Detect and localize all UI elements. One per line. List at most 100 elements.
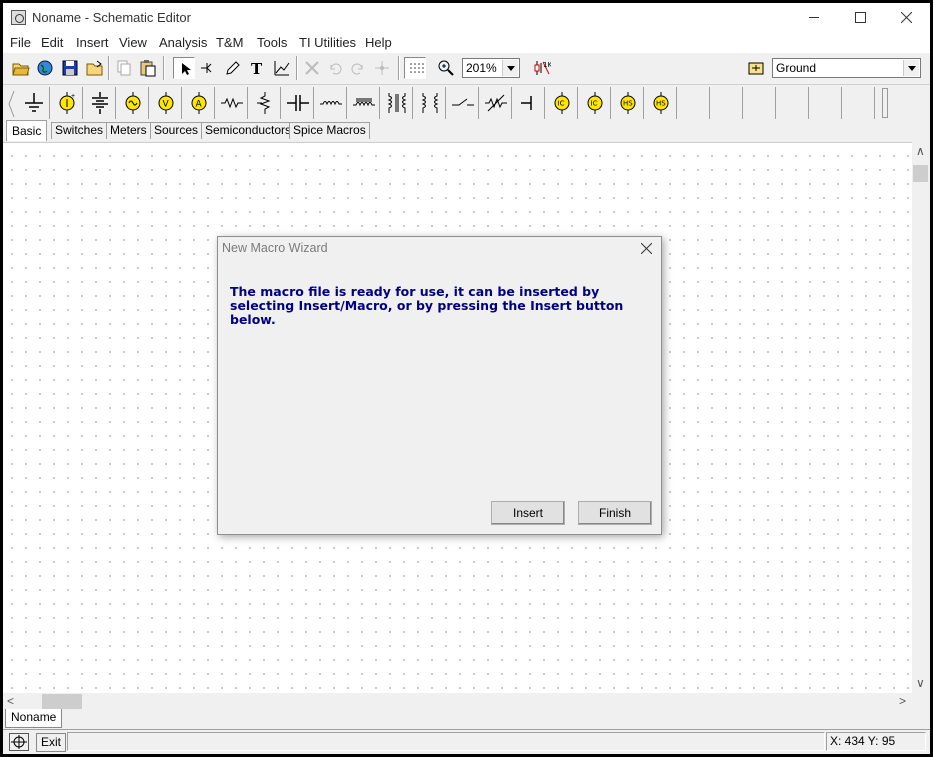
delete-button[interactable] [301,57,323,79]
variable-resistor-icon [485,94,507,112]
part-voltmeter[interactable]: V [150,87,182,119]
part-terminal[interactable] [513,87,545,119]
save-button[interactable] [59,57,81,79]
part-ic1[interactable]: IC [546,87,578,119]
part-ic2[interactable]: IC [579,87,611,119]
svg-text:HS: HS [656,100,666,108]
status-bar: Exit X: 434 Y: 95 [3,729,930,754]
core-inductor-icon [353,98,375,107]
horizontal-scrollbar[interactable]: < > [3,693,912,711]
exit-button[interactable]: Exit [36,733,67,752]
part-ammeter[interactable]: A [183,87,215,119]
hs-icon: HS [653,92,669,114]
zoom-button[interactable] [435,57,457,79]
pencil-icon [226,61,240,75]
svg-text:1K: 1K [543,61,551,69]
menu-tools[interactable]: Tools [257,35,287,50]
junction-icon [375,61,389,75]
open-folder-button[interactable] [84,57,106,79]
part-ac-source[interactable] [117,87,149,119]
grid-toggle-button[interactable] [404,57,426,79]
coupled-inductor-icon [421,93,439,113]
part-resistor[interactable] [216,87,248,119]
part-inductor[interactable] [315,87,347,119]
menu-file[interactable]: File [10,35,31,50]
text-tool-button[interactable]: T [246,57,268,79]
open-button[interactable] [10,57,32,79]
component-value: Ground [776,61,817,75]
wire-tool-button[interactable] [196,57,218,79]
delete-icon [305,61,319,75]
scroll-right-icon[interactable]: > [899,694,906,708]
ic-icon: IC [587,92,603,114]
part-hs1[interactable]: HS [612,87,644,119]
part-potentiometer[interactable] [249,87,281,119]
part-capacitor[interactable] [282,87,314,119]
chevron-down-icon [903,60,919,76]
transformer-icon [387,93,407,113]
maximize-button[interactable] [837,3,883,32]
select-tool-button[interactable] [173,57,195,79]
document-tab[interactable]: Noname [5,709,63,728]
close-button[interactable] [883,3,929,32]
ac-source-icon [125,92,141,114]
part-ground[interactable] [18,87,50,119]
hs-icon: HS [620,92,636,114]
status-icon[interactable] [9,733,29,751]
horizontal-scroll-thumb[interactable] [42,694,82,709]
scroll-left-icon[interactable]: < [7,694,14,708]
menu-view[interactable]: View [119,35,147,50]
part-inductor-core[interactable] [348,87,380,119]
toolbar-separator [108,56,110,80]
menu-analysis[interactable]: Analysis [159,35,207,50]
part-transformer[interactable] [381,87,413,119]
part-switch[interactable] [447,87,479,119]
tab-basic[interactable]: Basic [6,120,48,141]
copy-icon [117,60,131,76]
paste-button[interactable] [137,57,159,79]
copy-button[interactable] [113,57,135,79]
scroll-up-icon[interactable]: ∧ [916,144,925,158]
menu-tm[interactable]: T&M [216,35,243,50]
undo-button[interactable] [324,57,346,79]
close-icon[interactable] [641,243,652,254]
vertical-scrollbar[interactable]: ∧ ∨ [912,142,930,693]
maximize-icon [855,12,866,23]
junction-button[interactable] [371,57,393,79]
dialog-message: The macro file is ready for use, it can … [230,284,624,327]
tab-switches[interactable]: Switches [51,122,108,139]
part-voltage-source[interactable]: + [51,87,83,119]
menu-help[interactable]: Help [365,35,392,50]
vertical-scroll-thumb[interactable] [913,165,928,182]
grid-icon [410,63,424,73]
find-component-button[interactable] [745,57,767,79]
tab-sources[interactable]: Sources [150,122,203,139]
graph-icon [274,61,290,76]
ground-icon [25,93,43,112]
palette-scroll-handle[interactable] [882,88,888,118]
minimize-button[interactable] [791,3,837,32]
tab-meters[interactable]: Meters [106,122,151,139]
finish-button[interactable]: Finish [578,501,652,525]
graph-tool-button[interactable] [271,57,293,79]
menu-insert[interactable]: Insert [76,35,109,50]
scroll-down-icon[interactable]: ∨ [916,676,925,690]
tab-semiconductors[interactable]: Semiconductors [201,122,296,139]
part-coupled-inductor[interactable] [414,87,446,119]
redo-button[interactable] [347,57,369,79]
tab-spice-macros[interactable]: Spice Macros [289,122,370,139]
scroll-left-icon[interactable] [7,89,15,119]
part-battery[interactable] [84,87,116,119]
insert-button[interactable]: Insert [491,501,565,525]
component-property-button[interactable]: 1K [531,57,553,79]
web-button[interactable] [34,57,56,79]
minimize-icon [809,17,819,18]
pen-tool-button[interactable] [221,57,243,79]
zoom-select[interactable]: 201% [462,58,520,78]
menu-edit[interactable]: Edit [41,35,63,50]
component-select[interactable]: Ground [772,58,921,78]
part-hs2[interactable]: HS [645,87,677,119]
part-variable-resistor[interactable] [480,87,512,119]
menu-ti-utilities[interactable]: TI Utilities [299,35,356,50]
close-icon [901,12,912,23]
